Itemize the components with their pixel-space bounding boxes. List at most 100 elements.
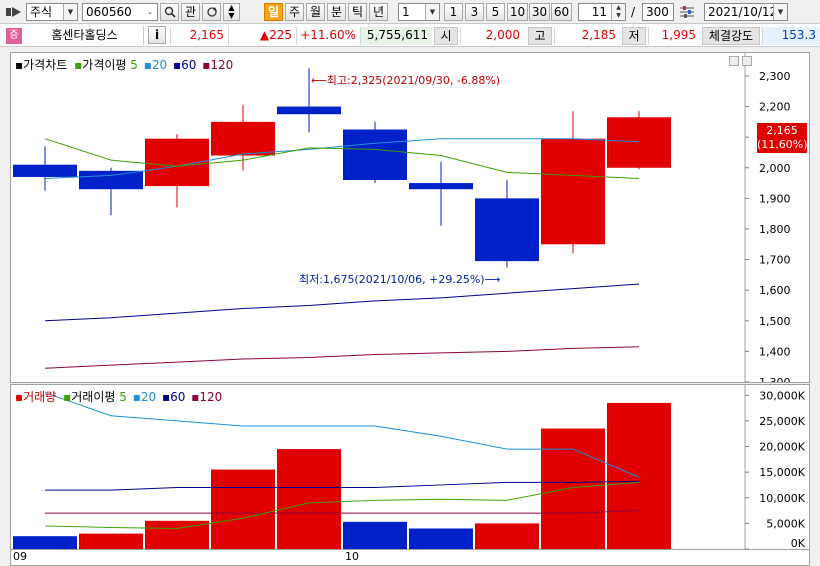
price-chart-panel: 2,3002,2002,1002,0001,9001,8001,7001,600… — [10, 52, 810, 389]
chevron-down-icon[interactable]: ⌄ — [143, 4, 157, 20]
market-select[interactable]: 주식 ▼ — [26, 3, 78, 21]
volume-value: 5,755,611 — [360, 27, 432, 45]
y-tick-label: 1,900 — [759, 192, 791, 205]
low-label: 저 — [622, 27, 646, 45]
period-tab-minute[interactable]: 분 — [327, 3, 346, 21]
volume-ma60-label[interactable]: 60 — [170, 390, 185, 404]
strength-value: 153.3 — [762, 27, 820, 45]
volume-ma5-label[interactable]: 5 — [119, 390, 127, 404]
minimize-icon[interactable] — [729, 56, 739, 66]
volume-ma20-label[interactable]: 20 — [141, 390, 156, 404]
volume-chart-panel: 30,000K 25,000K 20,000K 15,000K 10,000K 5,000… — [10, 384, 810, 550]
volume-ma120-label[interactable]: 120 — [199, 390, 222, 404]
price-ma20-label[interactable]: 20 — [152, 58, 167, 72]
period-tab-month[interactable]: 월 — [306, 3, 325, 21]
settings-icon[interactable] — [678, 5, 696, 19]
maximize-icon[interactable] — [742, 56, 752, 66]
x-tick-label: 09 — [13, 550, 27, 563]
stepper-button[interactable]: ▲ ▼ — [223, 3, 240, 21]
interval-1-button[interactable]: 1 — [444, 3, 463, 21]
interval-30-button[interactable]: 30 — [529, 3, 550, 21]
price-ma-label[interactable]: 가격이평 — [82, 58, 126, 72]
volume-bar — [343, 521, 407, 549]
stock-code-value: 060560 — [86, 5, 132, 19]
volume-bar — [541, 428, 605, 549]
price-legend: ▪가격차트 ▪가격이평 5 ▪20 ▪60 ▪120 — [15, 58, 234, 72]
candle-body — [13, 164, 77, 177]
price-ma120-label[interactable]: 120 — [210, 58, 233, 72]
date-picker[interactable]: 2021/10/12 ▼ — [704, 3, 788, 21]
price-legend-title[interactable]: 가격차트 — [23, 58, 67, 72]
volume-bar — [79, 533, 143, 549]
y-tick-label: 2,300 — [759, 70, 791, 83]
price-ma60-label[interactable]: 60 — [181, 58, 196, 72]
refresh-icon — [206, 7, 217, 17]
y-tick-label: 25,000K — [759, 415, 805, 428]
display-count-input[interactable]: 11 ▲ ▼ — [578, 3, 626, 21]
quote-strip: 증 홈센타홀딩스 i 2,165 ▲225 +11.60% 5,755,611 … — [0, 24, 820, 47]
volume-bar — [13, 536, 77, 549]
volume-chart: 30,000K 25,000K 20,000K 15,000K 10,000K 5,000… — [13, 385, 806, 550]
y-tick-label: 1,600 — [759, 284, 791, 297]
period-tab-year[interactable]: 년 — [369, 3, 388, 21]
last-price-value: 2,165 — [766, 124, 798, 137]
interval-3-button[interactable]: 3 — [465, 3, 484, 21]
last-price-pct: (11.60%) — [757, 138, 808, 151]
interest-button[interactable]: 관 — [181, 3, 200, 21]
stock-code-input[interactable]: 060560 ⌄ — [82, 3, 158, 21]
high-label: 고 — [528, 27, 552, 45]
volume-ma-label[interactable]: 거래이평 — [71, 390, 115, 404]
low-annotation: 최저:1,675(2021/10/06, +29.25%)⟶ — [299, 273, 501, 286]
refresh-button[interactable] — [202, 3, 221, 21]
high-annotation: ⟵최고:2,325(2021/09/30, -6.88%) — [311, 74, 501, 87]
interval-60-button[interactable]: 60 — [551, 3, 572, 21]
volume-legend-title[interactable]: 거래량 — [23, 390, 56, 404]
volume-bar — [211, 469, 275, 549]
chevron-down-icon[interactable]: ▼ — [773, 4, 787, 20]
current-price: 2,165 — [170, 27, 228, 45]
interval-value: 1 — [402, 5, 410, 19]
candle-body — [211, 121, 275, 156]
legend-bullet-icon: ▪ — [15, 58, 24, 72]
price-ma5-label[interactable]: 5 — [130, 58, 138, 72]
y-tick-label: 30,000K — [759, 389, 805, 402]
period-tab-week[interactable]: 주 — [285, 3, 304, 21]
open-label: 시 — [434, 27, 458, 45]
y-tick-label: 10,000K — [759, 492, 805, 505]
price-chart: 2,3002,2002,1002,0001,9001,8001,7001,600… — [13, 53, 791, 389]
count-separator: / — [631, 5, 636, 19]
low-price: 1,995 — [648, 27, 700, 45]
candle-body — [79, 170, 143, 190]
y-tick-label: 1,800 — [759, 223, 791, 236]
y-tick-label: 1,700 — [759, 254, 791, 267]
search-button[interactable] — [160, 3, 179, 21]
last-price-tag: 2,165 (11.60%) — [757, 123, 808, 153]
candle-body — [409, 183, 473, 190]
high-price: 2,185 — [554, 27, 620, 45]
y-tick-label: 20,000K — [759, 441, 805, 454]
main-toolbar: 주식 ▼ 060560 ⌄ 관 ▲ ▼ 일 주 월 분 틱 년 1 ▼ 1 3 5… — [0, 0, 820, 24]
menu-icon[interactable] — [6, 6, 22, 18]
total-count-value: 300 — [646, 5, 669, 19]
stepper-icon[interactable]: ▲ ▼ — [611, 4, 625, 20]
y-tick-label: 5,000K — [766, 517, 805, 530]
market-badge: 증 — [6, 28, 22, 44]
total-count-input[interactable]: 300 — [642, 3, 674, 21]
search-icon — [164, 6, 176, 18]
volume-bar — [277, 449, 341, 549]
candle-body — [343, 129, 407, 181]
y-tick-label: 1,500 — [759, 315, 791, 328]
volume-legend: ▪거래량 ▪거래이평 5 ▪20 ▪60 ▪120 — [15, 390, 223, 404]
info-button[interactable]: i — [148, 26, 166, 44]
market-select-value: 주식 — [30, 5, 53, 19]
price-change: ▲225 — [228, 27, 296, 45]
chevron-down-icon[interactable]: ▼ — [425, 4, 439, 20]
interval-5-button[interactable]: 5 — [486, 3, 505, 21]
interval-10-button[interactable]: 10 — [507, 3, 528, 21]
period-tab-day[interactable]: 일 — [264, 3, 283, 21]
volume-bar — [607, 402, 671, 549]
period-tab-tick[interactable]: 틱 — [348, 3, 367, 21]
interval-select[interactable]: 1 ▼ — [398, 3, 440, 21]
chevron-down-icon[interactable]: ▼ — [63, 4, 77, 20]
volume-bar — [409, 528, 473, 549]
